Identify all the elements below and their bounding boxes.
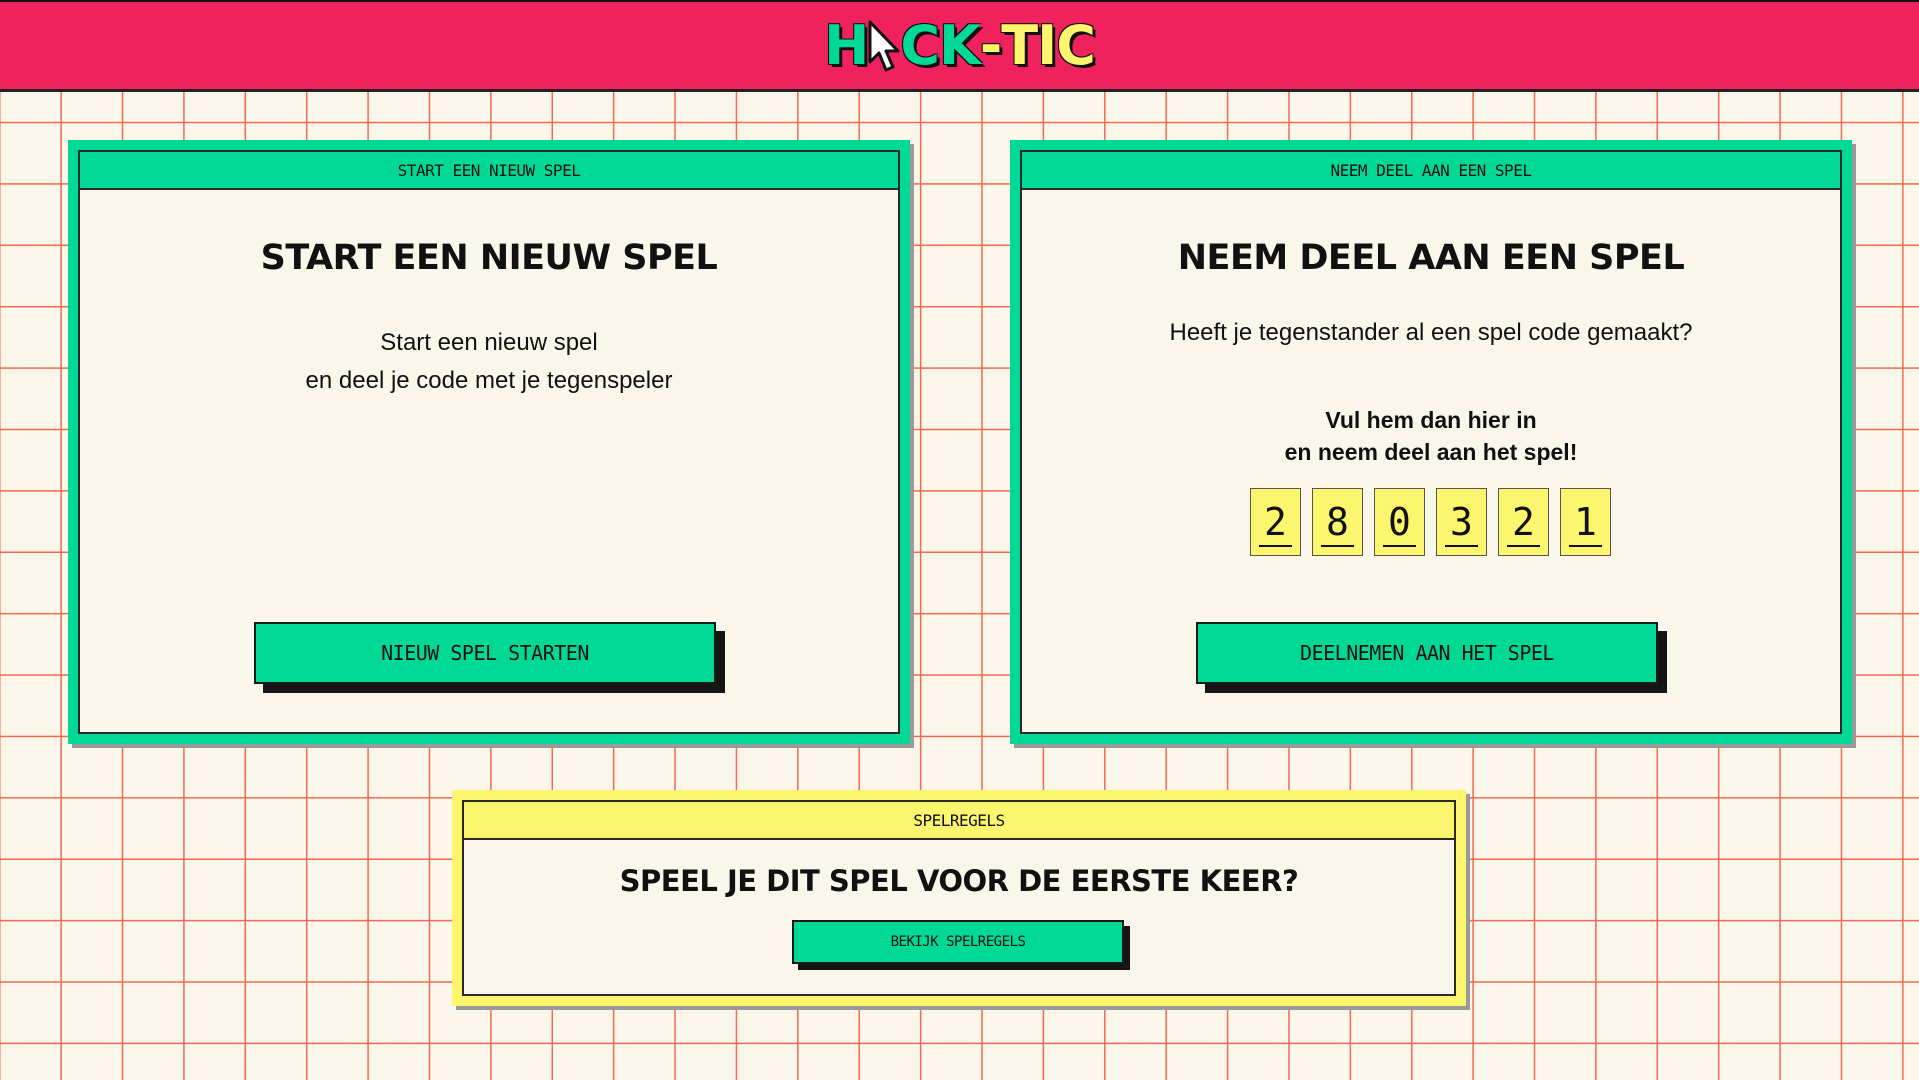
new-game-title: START EEN NIEUW SPEL — [260, 238, 718, 278]
top-header: H CK - TIC — [0, 0, 1919, 92]
new-game-tab: START EEN NIEUW SPEL — [80, 152, 898, 190]
code-digit-1[interactable]: 2 — [1250, 488, 1301, 556]
join-game-panel: NEEM DEEL AAN EEN SPEL NEEM DEEL AAN EEN… — [1010, 140, 1852, 744]
rules-panel: SPELREGELS SPEEL JE DIT SPEL VOOR DE EER… — [452, 790, 1466, 1006]
logo-text-tic: TIC — [1001, 13, 1096, 77]
rules-panel-body: SPELREGELS SPEEL JE DIT SPEL VOOR DE EER… — [462, 800, 1456, 996]
logo-text-ck: CK — [900, 13, 980, 77]
view-rules-button[interactable]: BEKIJK SPELREGELS — [792, 920, 1124, 964]
code-digit-3[interactable]: 0 — [1374, 488, 1425, 556]
join-game-instruction-line-1: Vul hem dan hier in — [1325, 407, 1537, 433]
code-digit-2[interactable]: 8 — [1312, 488, 1363, 556]
code-digit-5[interactable]: 2 — [1498, 488, 1549, 556]
logo-dash: - — [979, 13, 1002, 77]
code-digit-6[interactable]: 1 — [1560, 488, 1611, 556]
new-game-description-line-1: Start een nieuw spel — [380, 329, 598, 356]
new-game-description-line-2: en deel je code met je tegenspeler — [305, 367, 673, 394]
join-game-button[interactable]: DEELNEMEN AAN HET SPEL — [1196, 622, 1658, 684]
code-digit-4[interactable]: 3 — [1436, 488, 1487, 556]
new-game-panel-body: START EEN NIEUW SPEL START EEN NIEUW SPE… — [78, 150, 900, 734]
join-game-panel-body: NEEM DEEL AAN EEN SPEL NEEM DEEL AAN EEN… — [1020, 150, 1842, 734]
start-new-game-button[interactable]: NIEUW SPEL STARTEN — [254, 622, 716, 684]
logo-letter-h: H — [824, 13, 869, 77]
join-game-title: NEEM DEEL AAN EEN SPEL — [1177, 238, 1685, 278]
game-code-input[interactable]: 2 8 0 3 2 1 — [1250, 488, 1611, 556]
join-game-instruction-line-2: en neem deel aan het spel! — [1284, 439, 1578, 465]
join-game-tab: NEEM DEEL AAN EEN SPEL — [1022, 152, 1840, 190]
rules-title: SPEEL JE DIT SPEL VOOR DE EERSTE KEER? — [619, 864, 1299, 898]
new-game-panel: START EEN NIEUW SPEL START EEN NIEUW SPE… — [68, 140, 910, 744]
hack-tic-logo[interactable]: H CK - TIC — [824, 13, 1096, 77]
cursor-arrow-icon — [868, 20, 900, 71]
join-game-question: Heeft je tegenstander al een spel code g… — [1169, 319, 1693, 346]
rules-tab: SPELREGELS — [464, 802, 1454, 840]
